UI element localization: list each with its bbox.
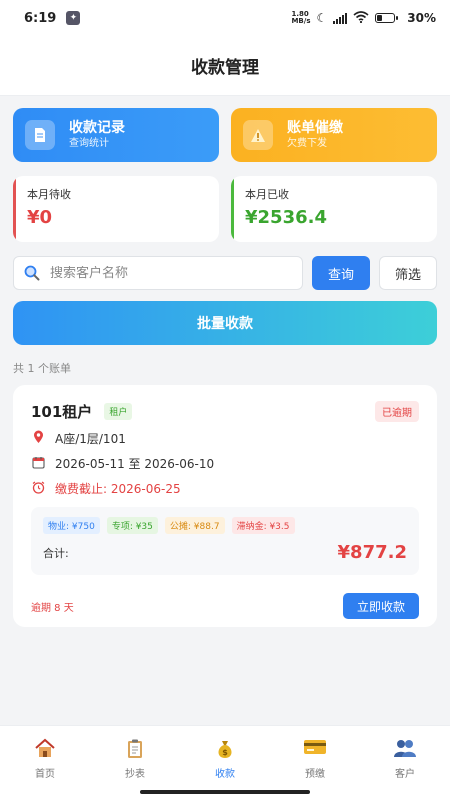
svg-text:$: $ bbox=[222, 748, 228, 757]
fee-tag-shared: 公摊: ¥88.7 bbox=[164, 517, 225, 534]
fee-tag-special: 专项: ¥35 bbox=[106, 517, 158, 534]
tab-label: 客户 bbox=[395, 769, 415, 780]
due-text: 缴费截止: 2026-06-25 bbox=[55, 482, 181, 496]
location-text: A座/1层/101 bbox=[55, 432, 126, 446]
collect-now-button[interactable]: 立即收款 bbox=[342, 593, 419, 619]
tenant-tag: 租户 bbox=[104, 403, 133, 420]
tab-prepaid[interactable]: 预缴 bbox=[270, 726, 360, 800]
search-icon bbox=[24, 265, 40, 281]
users-icon bbox=[392, 738, 418, 760]
action-subtitle: 查询统计 bbox=[69, 138, 109, 149]
status-time: 6:19 bbox=[24, 10, 57, 26]
tab-label: 收款 bbox=[215, 769, 235, 780]
action-subtitle: 欠费下发 bbox=[287, 138, 327, 149]
search-row: 查询 筛选 bbox=[13, 256, 437, 290]
total-label: 合计: bbox=[43, 546, 69, 560]
tab-collection[interactable]: $ 收款 bbox=[180, 726, 270, 800]
document-icon bbox=[25, 120, 55, 150]
alarm-clock-icon bbox=[31, 481, 45, 497]
bottom-tab-bar: 首页 抄表 $ 收款 预缴 客户 bbox=[0, 725, 450, 800]
pending-stat-card: 本月待收 ¥0 bbox=[13, 176, 219, 242]
page-header: 收款管理 bbox=[0, 36, 450, 96]
query-button[interactable]: 查询 bbox=[312, 256, 370, 290]
search-input[interactable] bbox=[50, 265, 292, 281]
fee-box: 物业: ¥750 专项: ¥35 公摊: ¥88.7 滞纳金: ¥3.5 合计:… bbox=[31, 507, 419, 575]
moon-icon: ☾ bbox=[316, 11, 328, 25]
stat-value: ¥2536.4 bbox=[245, 207, 327, 228]
tab-meter-reading[interactable]: 抄表 bbox=[90, 726, 180, 800]
status-badge: 已逾期 bbox=[375, 401, 419, 422]
period-line: 2026-05-11 至 2026-06-10 bbox=[31, 455, 419, 472]
received-stat-card: 本月已收 ¥2536.4 bbox=[231, 176, 437, 242]
battery-icon bbox=[375, 13, 399, 23]
calendar-icon bbox=[31, 456, 45, 472]
battery-percent: 30% bbox=[407, 11, 436, 25]
money-bag-icon: $ bbox=[214, 738, 236, 760]
bill-name: 101租户 bbox=[31, 403, 93, 421]
due-line: 缴费截止: 2026-06-25 bbox=[31, 480, 419, 497]
home-indicator bbox=[140, 790, 310, 794]
signal-icon bbox=[333, 12, 348, 24]
period-text: 2026-05-11 至 2026-06-10 bbox=[55, 457, 215, 471]
net-speed: 1.80 MB/s bbox=[291, 10, 311, 25]
fee-tag-late-fee: 滞纳金: ¥3.5 bbox=[231, 517, 295, 534]
page-title: 收款管理 bbox=[191, 58, 259, 78]
status-bar: 6:19 ✦ 1.80 MB/s ☾ 30% bbox=[0, 0, 450, 36]
location-pin-icon bbox=[31, 430, 45, 447]
stat-label: 本月已收 bbox=[245, 188, 289, 201]
filter-button[interactable]: 筛选 bbox=[379, 256, 437, 290]
payment-records-card[interactable]: 收款记录 查询统计 bbox=[13, 108, 219, 162]
batch-collect-button[interactable]: 批量收款 bbox=[13, 301, 437, 345]
tab-label: 预缴 bbox=[305, 769, 325, 780]
main-content: 收款记录 查询统计 账单催缴 欠费下发 本月待收 ¥0 本月已收 ¥2536.4 bbox=[0, 96, 450, 627]
bill-reminder-card[interactable]: 账单催缴 欠费下发 bbox=[231, 108, 437, 162]
location-line: A座/1层/101 bbox=[31, 430, 419, 447]
stat-label: 本月待收 bbox=[27, 188, 71, 201]
tab-label: 抄表 bbox=[125, 769, 145, 780]
bill-card[interactable]: 101租户 租户 已逾期 A座/1层/101 2026-05-11 至 2026… bbox=[13, 385, 437, 627]
tab-home[interactable]: 首页 bbox=[0, 726, 90, 800]
stat-value: ¥0 bbox=[27, 207, 53, 228]
warning-icon bbox=[243, 120, 273, 150]
total-value: ¥877.2 bbox=[337, 542, 407, 563]
tab-customers[interactable]: 客户 bbox=[360, 726, 450, 800]
action-title: 账单催缴 bbox=[287, 120, 343, 136]
fee-tag-property: 物业: ¥750 bbox=[43, 517, 100, 534]
search-box[interactable] bbox=[13, 256, 303, 290]
bill-count: 共 1 个账单 bbox=[13, 362, 71, 375]
overdue-days: 逾期 8 天 bbox=[31, 602, 74, 614]
tab-label: 首页 bbox=[35, 769, 55, 780]
action-title: 收款记录 bbox=[69, 120, 125, 136]
card-icon bbox=[303, 738, 327, 760]
home-icon bbox=[34, 738, 56, 760]
action-row: 收款记录 查询统计 账单催缴 欠费下发 bbox=[13, 108, 437, 162]
stats-row: 本月待收 ¥0 本月已收 ¥2536.4 bbox=[13, 176, 437, 242]
clipboard-icon bbox=[126, 738, 144, 760]
wrench-icon: ✦ bbox=[66, 11, 81, 25]
wifi-icon bbox=[353, 10, 369, 26]
